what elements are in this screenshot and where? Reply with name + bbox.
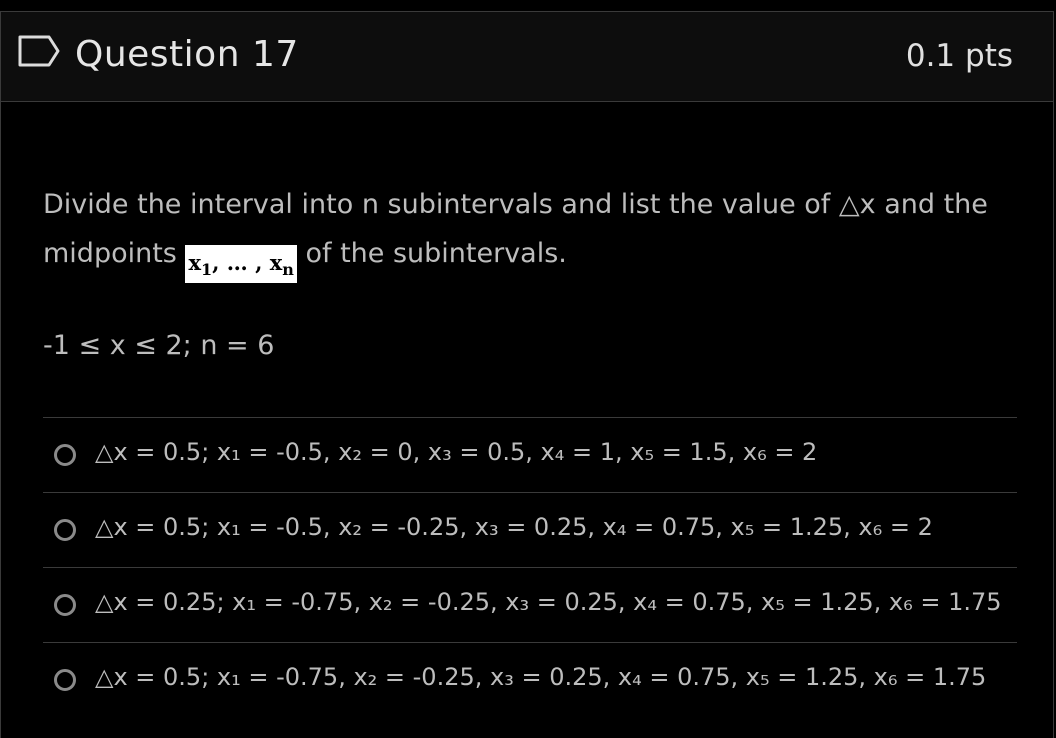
interval-condition: -1 ≤ x ≤ 2; n = 6 [43,330,275,361]
answer-label[interactable]: △x = 0.5; x₁ = -0.75, x₂ = -0.25, x₃ = 0… [95,663,986,691]
answer-label[interactable]: △x = 0.5; x₁ = -0.5, x₂ = -0.25, x₃ = 0.… [95,513,933,541]
radio-button[interactable] [54,594,76,616]
flag-outline-icon[interactable] [17,35,61,67]
answer-option[interactable]: △x = 0.5; x₁ = -0.75, x₂ = -0.25, x₃ = 0… [43,642,1017,717]
question-header: Question 17 0.1 pts [1,12,1053,102]
question-text-part2: of the subintervals. [305,238,567,269]
radio-button[interactable] [54,444,76,466]
answer-label[interactable]: △x = 0.5; x₁ = -0.5, x₂ = 0, x₃ = 0.5, x… [95,438,817,466]
question-card: Question 17 0.1 pts Divide the interval … [0,11,1054,738]
question-title: Question 17 [75,34,299,75]
question-text: Divide the interval into n subintervals … [43,180,1023,283]
midpoints-math-image: x1, … , xn [185,245,297,283]
answer-option[interactable]: △x = 0.5; x₁ = -0.5, x₂ = -0.25, x₃ = 0.… [43,492,1017,567]
answer-list: △x = 0.5; x₁ = -0.5, x₂ = 0, x₃ = 0.5, x… [43,417,1017,717]
question-points: 0.1 pts [905,38,1013,74]
answer-label[interactable]: △x = 0.25; x₁ = -0.75, x₂ = -0.25, x₃ = … [95,588,1002,616]
answer-option[interactable]: △x = 0.25; x₁ = -0.75, x₂ = -0.25, x₃ = … [43,567,1017,642]
radio-button[interactable] [54,519,76,541]
radio-button[interactable] [54,669,76,691]
answer-option[interactable]: △x = 0.5; x₁ = -0.5, x₂ = 0, x₃ = 0.5, x… [43,417,1017,492]
